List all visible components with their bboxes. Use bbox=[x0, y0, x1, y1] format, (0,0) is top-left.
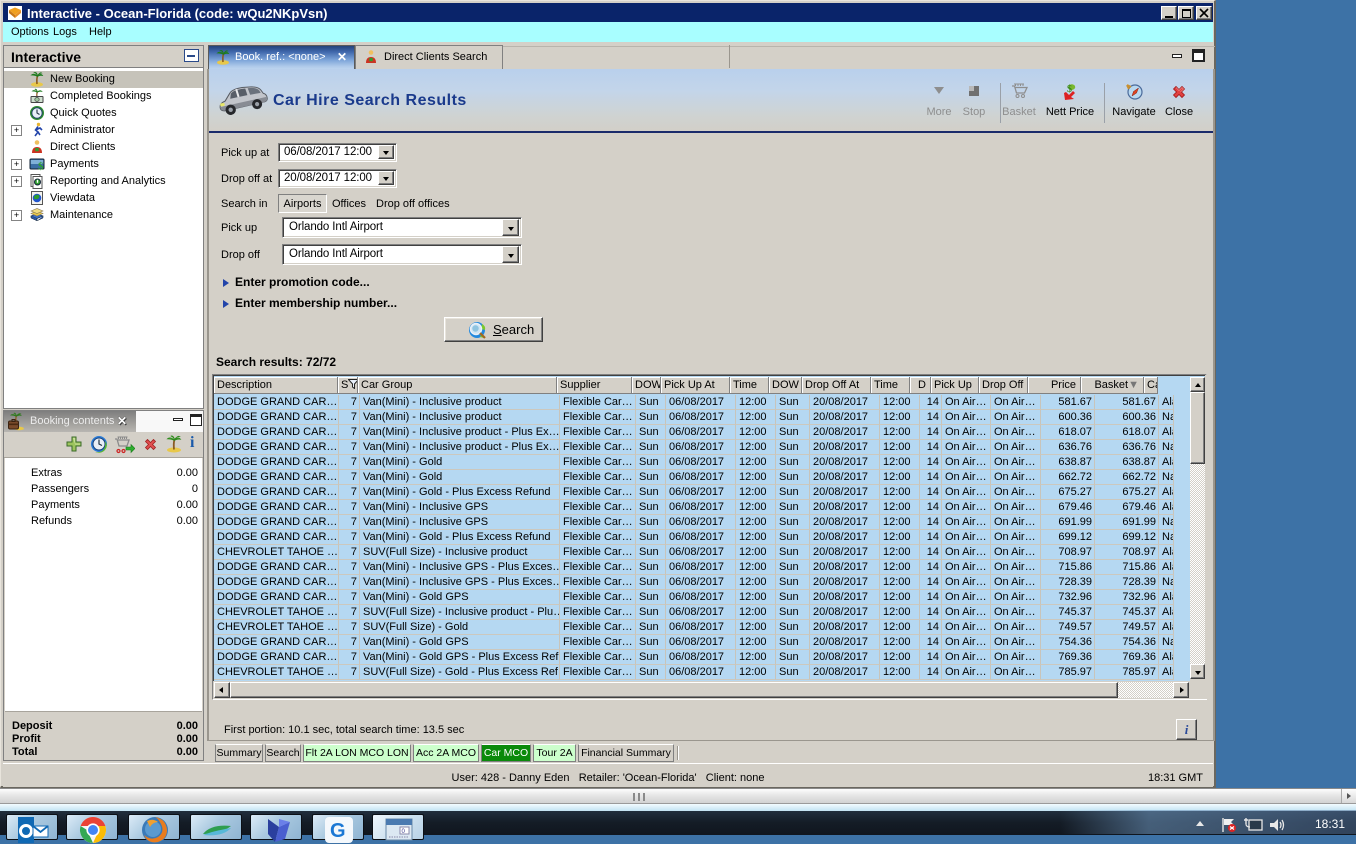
svg-text:G: G bbox=[330, 820, 346, 842]
svg-text:$: $ bbox=[38, 161, 44, 173]
